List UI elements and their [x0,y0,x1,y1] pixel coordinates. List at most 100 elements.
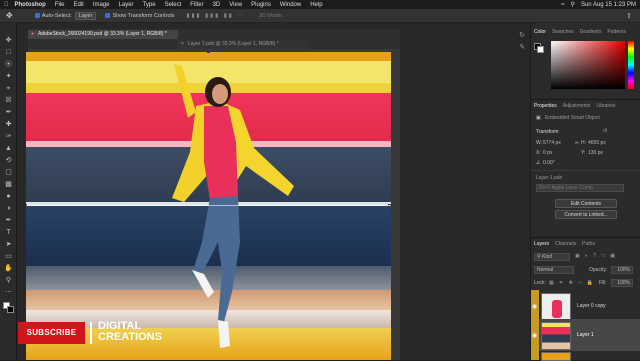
menu-layer[interactable]: Layer [119,2,134,8]
move-tool-icon[interactable]: ✥ [4,37,13,44]
transform-handle-top[interactable] [207,52,210,53]
auto-select-dropdown[interactable]: Layer [74,11,97,20]
menu-window[interactable]: Window [280,2,301,8]
tab-channels[interactable]: Channels [555,241,576,247]
tab-second-document[interactable]: × Layer 1.psb @ 33.3% (Layer 1, RGB/8) * [178,40,308,49]
close-tab-icon[interactable]: × [181,40,184,49]
tab-second-label: Layer 1.psb @ 33.3% (Layer 1, RGB/8) * [188,41,279,47]
path-selection-tool-icon[interactable]: ➤ [4,241,13,248]
history-icon[interactable]: ↻ [516,30,528,42]
menu-help[interactable]: Help [310,2,322,8]
crop-tool-icon[interactable]: ⌖ [4,85,13,92]
tab-layers[interactable]: Layers [534,241,549,247]
move-tool-icon[interactable]: ✥ [6,11,13,20]
visibility-eye-icon[interactable]: ◉ [532,332,537,339]
image-canvas[interactable] [26,52,391,360]
frame-tool-icon[interactable]: ☒ [4,97,13,104]
layer-filter-icons[interactable]: ▣ ◐ T □ ▣ [575,253,617,259]
apple-icon[interactable]:  [4,2,9,8]
opacity-field[interactable]: 100% [611,266,633,274]
share-icon[interactable]: ⇧ [626,12,632,20]
reset-transform-icon[interactable]: ↺ [603,128,607,134]
pen-tool-icon[interactable]: ✒ [4,217,13,224]
layers-panel-tabs: Layers Channels Paths [531,239,640,249]
layer-name[interactable]: Layer 1 [577,332,594,338]
opacity-label: Opacity: [589,267,608,273]
rectangle-tool-icon[interactable]: ▭ [4,253,13,260]
menu-app-photoshop[interactable]: Photoshop [15,2,46,8]
align-icons[interactable]: ▮▮▮ ▮▮▮ ▮▮ ⋯ [187,13,245,19]
menu-file[interactable]: File [55,2,65,8]
convert-to-linked-button[interactable]: Convert to Linked... [555,210,617,219]
edit-contents-button[interactable]: Edit Contents [555,199,617,208]
tab-patterns[interactable]: Patterns [607,29,626,35]
fill-field[interactable]: 100% [611,279,633,287]
menu-view[interactable]: View [229,2,242,8]
eraser-tool-icon[interactable]: ▢ [4,169,13,176]
smart-object-label: Embedded Smart Object [545,115,600,121]
lock-icons[interactable]: ▦ ✒ ✥ □ 🔒 [549,280,595,286]
color-panel-tabs: Color Swatches Gradients Patterns [531,27,640,37]
h-value[interactable]: 4655 px [588,140,606,146]
menu-3d[interactable]: 3D [213,2,221,8]
auto-select-checkbox[interactable] [34,12,42,19]
w-value[interactable]: 5774 px [543,140,561,146]
close-tab-icon[interactable]: ● [31,30,34,39]
menu-plugins[interactable]: Plugins [251,2,271,8]
healing-brush-tool-icon[interactable]: ✚ [4,121,13,128]
tab-color[interactable]: Color [534,29,546,35]
color-bg-swatch[interactable] [537,46,544,53]
layer-name[interactable]: Layer 0 copy [577,303,606,309]
layer-comp-dropdown[interactable]: Don't Apply Layer Comp [536,184,624,192]
wifi-icon[interactable]: ≈ [561,2,564,8]
x-value[interactable]: 0 px [543,150,552,156]
link-dimensions-icon[interactable]: ∞ [575,140,579,146]
right-panels: Color Swatches Gradients Patterns Proper… [530,23,640,361]
clone-stamp-tool-icon[interactable]: ▲ [4,145,13,152]
menu-image[interactable]: Image [93,2,110,8]
zoom-tool-icon[interactable]: ⚲ [4,277,13,284]
gradient-tool-icon[interactable]: ▩ [4,181,13,188]
menu-edit[interactable]: Edit [74,2,84,8]
lasso-tool-icon[interactable]: ⦿ [4,61,13,68]
hand-tool-icon[interactable]: ✋ [4,265,13,272]
history-brush-tool-icon[interactable]: ⟲ [4,157,13,164]
tab-gradients[interactable]: Gradients [580,29,602,35]
w-label: W: [536,140,543,146]
dodge-tool-icon[interactable]: ◑ [4,205,13,212]
layer-thumbnail [541,293,571,321]
tab-properties[interactable]: Properties [534,103,557,109]
clock: Sun Aug 15 1:23 PM [580,1,636,8]
tab-active-document[interactable]: ● AdobeStock_266024199.psd @ 33.3% (Laye… [28,30,178,39]
brush-settings-icon[interactable]: ✎ [516,42,528,54]
tab-libraries[interactable]: Libraries [596,103,615,109]
options-bar: ✥ Auto-Select: Layer Show Transform Cont… [0,9,640,23]
hue-slider[interactable] [628,41,634,89]
tab-swatches[interactable]: Swatches [552,29,574,35]
layer-filter-dropdown[interactable]: ⚲ Kind [534,253,570,261]
more-tools-icon[interactable]: ⋯ [4,289,13,296]
angle-value[interactable]: 0.00° [543,160,555,166]
brush-tool-icon[interactable]: ✑ [4,133,13,140]
layer-row[interactable] [531,351,640,361]
subscribe-button[interactable]: SUBSCRIBE [18,322,85,344]
quick-select-tool-icon[interactable]: ✦ [4,73,13,80]
menu-type[interactable]: Type [143,2,156,8]
search-icon[interactable]: ⚲ [571,1,575,8]
type-tool-icon[interactable]: T [4,229,13,236]
color-picker-field[interactable] [551,41,625,89]
menu-filter[interactable]: Filter [190,2,203,8]
marquee-tool-icon[interactable]: □ [4,49,13,56]
y-value[interactable]: 130 px [588,150,603,156]
tab-paths[interactable]: Paths [582,241,595,247]
blend-mode-dropdown[interactable]: Normal [534,266,574,274]
menu-select[interactable]: Select [165,2,182,8]
background-color-swatch[interactable] [7,306,14,313]
layer-row[interactable]: ◉ Layer 1 [531,319,640,353]
visibility-eye-icon[interactable]: ◉ [532,303,537,310]
document-tabs: ● AdobeStock_266024199.psd @ 33.3% (Laye… [28,29,400,49]
transform-controls-checkbox[interactable] [105,12,112,19]
blur-tool-icon[interactable]: ● [4,193,13,200]
eyedropper-tool-icon[interactable]: ✒ [4,109,13,116]
tab-adjustments[interactable]: Adjustments [563,103,591,109]
